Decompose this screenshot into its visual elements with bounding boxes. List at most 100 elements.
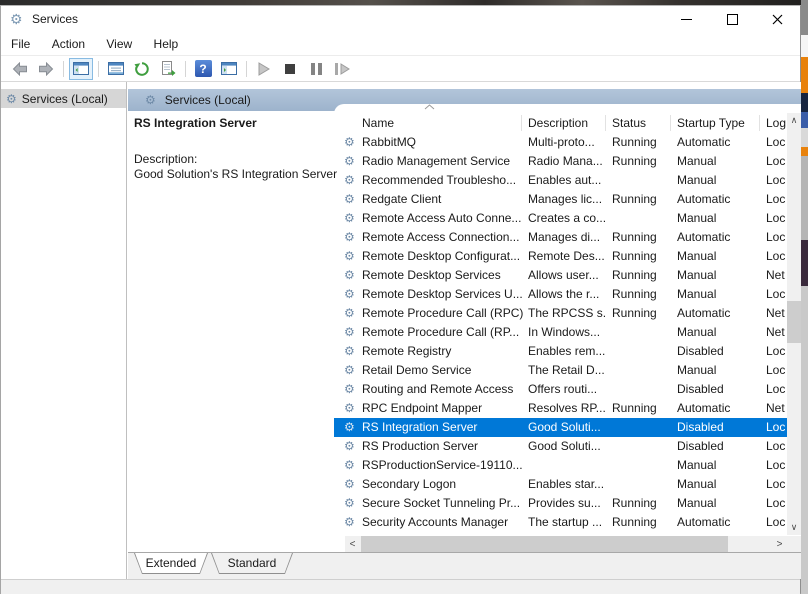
column-header-status[interactable]: Status: [612, 116, 668, 130]
service-log-on-as: Loc: [766, 152, 787, 171]
service-startup-type: Manual: [677, 361, 762, 380]
service-description: The RPCSS s...: [528, 304, 607, 323]
service-row[interactable]: ⚙Recommended Troublesho...Enables aut...…: [334, 171, 787, 190]
horizontal-scrollbar-thumb[interactable]: [361, 536, 728, 552]
service-gear-icon: ⚙: [344, 459, 355, 472]
back-button[interactable]: [8, 58, 32, 80]
service-row[interactable]: ⚙Remote Desktop Services U...Allows the …: [334, 285, 787, 304]
back-icon: [12, 62, 28, 76]
vertical-scrollbar-thumb[interactable]: [787, 301, 801, 343]
service-row[interactable]: ⚙Routing and Remote AccessOffers routi..…: [334, 380, 787, 399]
service-row[interactable]: ⚙Remote Desktop Configurat...Remote Des.…: [334, 247, 787, 266]
service-gear-icon: ⚙: [344, 269, 355, 282]
service-description: Manages lic...: [528, 190, 607, 209]
service-row[interactable]: ⚙ Remote Access Auto Conne...Creates a co…: [334, 209, 787, 228]
service-log-on-as: Loc: [766, 513, 787, 532]
service-row[interactable]: ⚙Security Accounts ManagerThe startup ..…: [334, 513, 787, 532]
service-log-on-as: Loc: [766, 228, 787, 247]
service-name: Security Accounts Manager: [362, 513, 525, 532]
menu-action[interactable]: Action: [43, 33, 94, 56]
sort-ascending-icon: [424, 104, 435, 110]
service-gear-icon: ⚙: [344, 212, 355, 225]
service-row[interactable]: ⚙Redgate ClientManages lic...RunningAuto…: [334, 190, 787, 209]
service-row[interactable]: ⚙Remote Procedure Call (RPC)The RPCSS s.…: [334, 304, 787, 323]
service-row[interactable]: ⚙Remote RegistryEnables rem...DisabledLo…: [334, 342, 787, 361]
service-row[interactable]: ⚙Secondary LogonEnables star...ManualLoc: [334, 475, 787, 494]
service-name: Secure Socket Tunneling Pr...: [362, 494, 525, 513]
menu-file[interactable]: File: [2, 33, 39, 56]
close-button[interactable]: [755, 6, 800, 33]
scroll-up-icon[interactable]: ∧: [787, 113, 801, 128]
stop-service-button[interactable]: [278, 58, 302, 80]
service-startup-type: Disabled: [677, 380, 762, 399]
service-startup-type: Manual: [677, 209, 762, 228]
title-bar[interactable]: ⚙ Services: [1, 6, 800, 33]
service-row[interactable]: ⚙RS Integration ServerGood Soluti...Disa…: [334, 418, 787, 437]
service-startup-type: Manual: [677, 323, 762, 342]
service-row[interactable]: ⚙RSProductionService-19110...ManualLoc: [334, 456, 787, 475]
service-row[interactable]: ⚙RS Production ServerGood Soluti...Disab…: [334, 437, 787, 456]
service-startup-type: Manual: [677, 494, 762, 513]
start-service-button[interactable]: [252, 58, 276, 80]
service-status: Running: [612, 247, 670, 266]
column-header-startup-type[interactable]: Startup Type: [677, 116, 757, 130]
pause-service-button[interactable]: [304, 58, 328, 80]
vertical-scrollbar[interactable]: ∧ ∨: [787, 113, 801, 535]
scroll-right-icon[interactable]: >: [772, 536, 787, 552]
service-gear-icon: ⚙: [344, 364, 355, 377]
service-name: Remote Desktop Configurat...: [362, 247, 525, 266]
tab-extended[interactable]: Extended: [134, 553, 208, 574]
service-row[interactable]: ⚙Radio Management ServiceRadio Mana...Ru…: [334, 152, 787, 171]
service-gear-icon: ⚙: [344, 250, 355, 263]
column-header-name[interactable]: Name: [362, 116, 522, 130]
service-row[interactable]: ⚙RPC Endpoint MapperResolves RP...Runnin…: [334, 399, 787, 418]
column-header-description[interactable]: Description: [528, 116, 604, 130]
service-row[interactable]: ⚙Retail Demo ServiceThe Retail D...Manua…: [334, 361, 787, 380]
tree-item-label: Services (Local): [22, 92, 108, 106]
maximize-button[interactable]: [709, 6, 755, 33]
service-row[interactable]: ⚙Remote Procedure Call (RP...In Windows.…: [334, 323, 787, 342]
service-startup-type: Automatic: [677, 228, 762, 247]
scroll-down-icon[interactable]: ∨: [787, 520, 801, 535]
description-label: Description:: [134, 152, 197, 166]
help-button[interactable]: ?: [191, 58, 215, 80]
service-log-on-as: Loc: [766, 342, 787, 361]
show-action-pane-button[interactable]: [217, 58, 241, 80]
service-row[interactable]: ⚙Remote Access Connection...Manages di..…: [334, 228, 787, 247]
service-name: Remote Access Auto Conne...: [362, 209, 525, 228]
menu-help[interactable]: Help: [145, 33, 188, 56]
forward-button[interactable]: [34, 58, 58, 80]
service-description: Allows the r...: [528, 285, 607, 304]
list-header: Name Description Status Startup Type Log: [334, 113, 787, 133]
services-rows: ⚙RabbitMQMulti-proto...RunningAutomaticL…: [334, 133, 787, 532]
service-status: Running: [612, 228, 670, 247]
service-log-on-as: Loc: [766, 418, 787, 437]
service-log-on-as: Loc: [766, 285, 787, 304]
service-log-on-as: Loc: [766, 456, 787, 475]
service-row[interactable]: ⚙Secure Socket Tunneling Pr...Provides s…: [334, 494, 787, 513]
minimize-button[interactable]: [663, 6, 709, 33]
service-startup-type: Manual: [677, 247, 762, 266]
horizontal-scrollbar[interactable]: < >: [345, 536, 787, 552]
service-log-on-as: Loc: [766, 247, 787, 266]
column-header-log-on-as[interactable]: Log: [766, 116, 787, 130]
properties-button[interactable]: [104, 58, 128, 80]
restart-service-icon: [335, 63, 350, 75]
service-status: Running: [612, 513, 670, 532]
service-log-on-as: Loc: [766, 475, 787, 494]
service-row[interactable]: ⚙RabbitMQMulti-proto...RunningAutomaticL…: [334, 133, 787, 152]
service-row[interactable]: ⚙Remote Desktop ServicesAllows user...Ru…: [334, 266, 787, 285]
scroll-left-icon[interactable]: <: [345, 536, 360, 552]
refresh-button[interactable]: [130, 58, 154, 80]
export-list-button[interactable]: [156, 58, 180, 80]
tab-standard[interactable]: Standard: [211, 553, 293, 574]
tree-item-services-local[interactable]: ⚙ Services (Local): [1, 89, 126, 108]
menu-view[interactable]: View: [97, 33, 141, 56]
service-startup-type: Manual: [677, 285, 762, 304]
show-console-tree-button[interactable]: [69, 58, 93, 80]
restart-service-button[interactable]: [330, 58, 354, 80]
help-icon: ?: [195, 60, 212, 77]
service-name: RabbitMQ: [362, 133, 525, 152]
service-log-on-as: Net: [766, 399, 787, 418]
service-description: Creates a co...: [528, 209, 607, 228]
